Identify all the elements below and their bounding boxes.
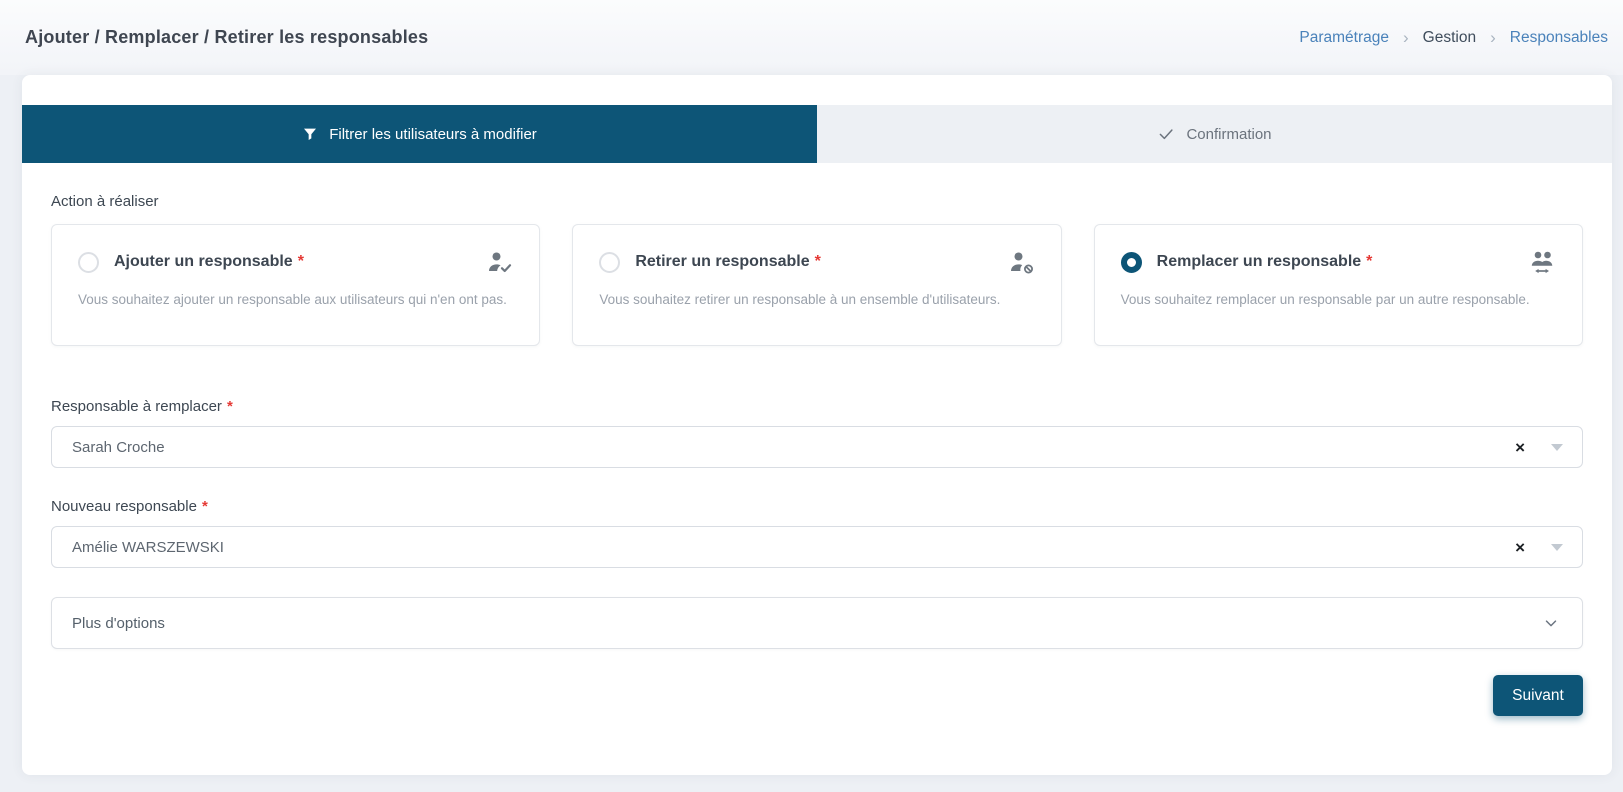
- step-tabs: Filtrer les utilisateurs à modifier Conf…: [22, 105, 1612, 163]
- clear-icon[interactable]: ×: [1511, 437, 1529, 458]
- page: Ajouter / Remplacer / Retirer les respon…: [0, 0, 1623, 792]
- chevron-down-icon: [1542, 614, 1560, 632]
- nouveau-responsable-select[interactable]: Amélie WARSZEWSKI ×: [51, 526, 1583, 568]
- people-swap-icon: [1528, 249, 1558, 275]
- required-marker: *: [227, 398, 233, 415]
- tab-label: Confirmation: [1186, 126, 1271, 143]
- tab-confirmation[interactable]: Confirmation: [817, 105, 1612, 163]
- wizard-card: Filtrer les utilisateurs à modifier Conf…: [22, 75, 1612, 775]
- action-cards: Ajouter un responsable * Vous souhaitez …: [51, 224, 1583, 346]
- select-value: Amélie WARSZEWSKI: [72, 539, 224, 556]
- action-card-ajouter[interactable]: Ajouter un responsable * Vous souhaitez …: [51, 224, 540, 346]
- required-marker: *: [1366, 253, 1372, 271]
- wizard-content: Action à réaliser Ajouter un responsable…: [22, 193, 1612, 716]
- actions-row: Suivant: [51, 675, 1583, 716]
- action-card-retirer[interactable]: Retirer un responsable *: [572, 224, 1061, 346]
- page-header: Ajouter / Remplacer / Retirer les respon…: [0, 0, 1623, 75]
- dropdown-caret-icon[interactable]: [1551, 544, 1563, 551]
- action-card-description: Vous souhaitez retirer un responsable à …: [599, 292, 1036, 307]
- breadcrumb-separator-icon: ›: [1490, 29, 1496, 46]
- breadcrumb: Paramétrage › Gestion › Responsables: [1299, 29, 1608, 47]
- action-card-title: Retirer un responsable: [635, 253, 809, 271]
- field-label-text: Responsable à remplacer: [51, 398, 222, 415]
- responsable-a-remplacer-select[interactable]: Sarah Croche ×: [51, 426, 1583, 468]
- field-label-text: Nouveau responsable: [51, 498, 197, 515]
- person-check-icon: [487, 249, 515, 275]
- check-icon: [1157, 125, 1175, 143]
- action-card-description: Vous souhaitez ajouter un responsable au…: [78, 292, 515, 307]
- action-card-remplacer[interactable]: Remplacer un responsable *: [1094, 224, 1583, 346]
- clear-icon[interactable]: ×: [1511, 537, 1529, 558]
- page-title: Ajouter / Remplacer / Retirer les respon…: [25, 27, 428, 48]
- field-label-responsable-a-remplacer: Responsable à remplacer *: [51, 398, 1583, 415]
- breadcrumb-separator-icon: ›: [1403, 29, 1409, 46]
- filter-icon: [302, 126, 318, 142]
- radio-remplacer[interactable]: [1121, 252, 1142, 273]
- more-options-label: Plus d'options: [72, 615, 165, 632]
- action-card-title: Ajouter un responsable: [114, 253, 293, 271]
- breadcrumb-gestion[interactable]: Gestion: [1423, 29, 1476, 47]
- next-button[interactable]: Suivant: [1493, 675, 1583, 716]
- field-label-nouveau-responsable: Nouveau responsable *: [51, 498, 1583, 515]
- action-card-description: Vous souhaitez remplacer un responsable …: [1121, 292, 1558, 307]
- required-marker: *: [298, 253, 304, 271]
- required-marker: *: [815, 253, 821, 271]
- select-value: Sarah Croche: [72, 439, 165, 456]
- required-marker: *: [202, 498, 208, 515]
- action-card-title: Remplacer un responsable: [1157, 253, 1362, 271]
- breadcrumb-responsables[interactable]: Responsables: [1510, 29, 1608, 47]
- more-options-toggle[interactable]: Plus d'options: [51, 597, 1583, 649]
- breadcrumb-parametrage[interactable]: Paramétrage: [1299, 29, 1389, 47]
- person-remove-icon: [1009, 249, 1037, 275]
- tab-label: Filtrer les utilisateurs à modifier: [329, 126, 537, 143]
- action-section-label: Action à réaliser: [51, 193, 1583, 210]
- tab-filter-users[interactable]: Filtrer les utilisateurs à modifier: [22, 105, 817, 163]
- radio-retirer[interactable]: [599, 252, 620, 273]
- dropdown-caret-icon[interactable]: [1551, 444, 1563, 451]
- radio-ajouter[interactable]: [78, 252, 99, 273]
